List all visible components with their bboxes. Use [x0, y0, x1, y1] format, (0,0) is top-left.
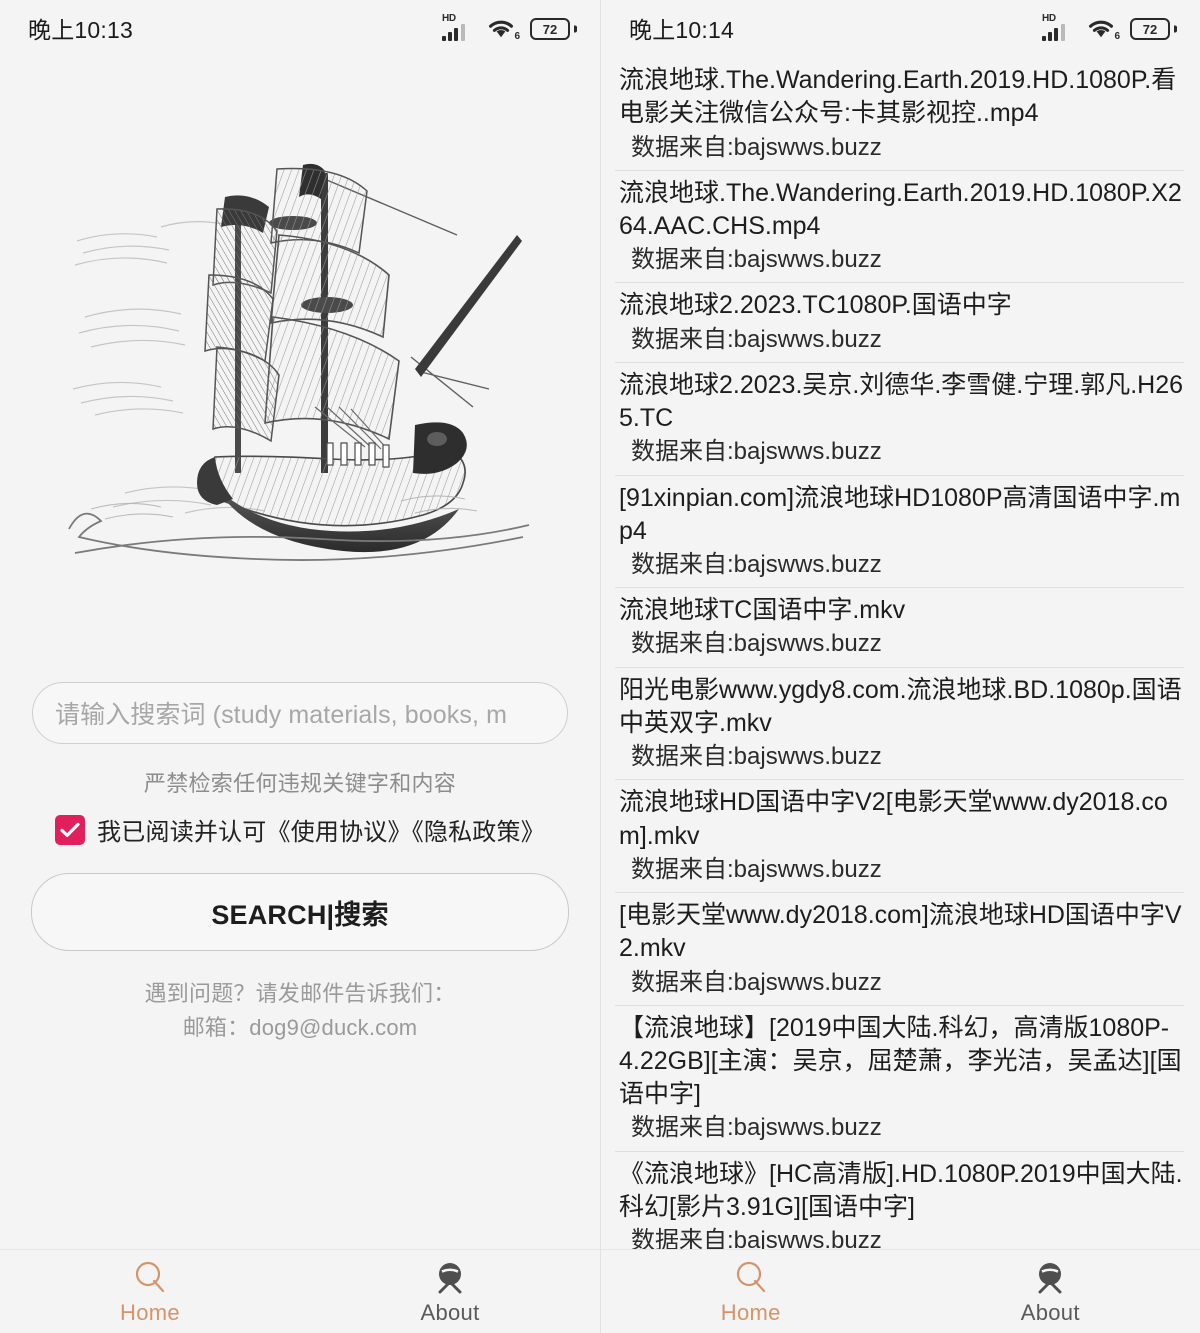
home-content: 请输入搜索词 (study materials, books, m 严禁检索任何…	[0, 56, 600, 1249]
result-row[interactable]: 流浪地球TC国语中字.mkv 数据来自:bajswws.buzz	[615, 588, 1184, 668]
tab-about[interactable]: About	[901, 1258, 1200, 1326]
battery-level: 72	[542, 21, 558, 37]
result-row[interactable]: 阳光电影www.ygdy8.com.流浪地球.BD.1080p.国语中英双字.m…	[615, 668, 1184, 781]
dual-screenshot-container: 晚上10:13 HD 6 72 请输入搜索词 (study materials,…	[0, 0, 1200, 1333]
search-button[interactable]: SEARCH|搜索	[31, 873, 569, 951]
result-title: 流浪地球2.2023.TC1080P.国语中字	[619, 291, 1012, 320]
person-icon	[1033, 1258, 1067, 1296]
result-title: [91xinpian.com]流浪地球HD1080P高清国语中字.mp4	[619, 483, 1181, 545]
result-row[interactable]: 流浪地球HD国语中字V2[电影天堂www.dy2018.com].mkv 数据来自…	[615, 780, 1184, 893]
tab-about-label: About	[1020, 1299, 1080, 1325]
status-icon-group: HD 6 72	[442, 13, 577, 42]
search-results-list[interactable]: 流浪地球.The.Wandering.Earth.2019.HD.1080P.看…	[601, 56, 1200, 1249]
tab-about-label: About	[420, 1299, 480, 1325]
bottom-tab-bar: Home About	[0, 1249, 600, 1333]
result-title: 阳光电影www.ygdy8.com.流浪地球.BD.1080p.国语中英双字.m…	[619, 675, 1182, 737]
result-row[interactable]: [电影天堂www.dy2018.com]流浪地球HD国语中字V2.mkv 数据来自…	[615, 893, 1184, 1006]
tab-home[interactable]: Home	[0, 1258, 300, 1326]
result-source: 数据来自:bajswws.buzz	[631, 551, 882, 578]
contact-prompt: 遇到问题？请发邮件告诉我们：	[144, 981, 456, 1006]
search-button-label: SEARCH|搜索	[211, 899, 389, 930]
status-time: 晚上10:13	[28, 17, 133, 43]
contact-block: 遇到问题？请发邮件告诉我们： 邮箱：dog9@duck.com	[145, 977, 456, 1045]
result-source: 数据来自:bajswws.buzz	[631, 438, 882, 466]
wifi-generation-label: 6	[1114, 31, 1120, 42]
search-icon	[734, 1258, 768, 1296]
wifi-icon: 6	[487, 15, 520, 42]
status-time: 晚上10:14	[629, 17, 734, 43]
cellular-signal-icon: HD	[442, 13, 476, 41]
result-source: 数据来自:bajswws.buzz	[631, 855, 882, 883]
status-icon-group: HD 6 72	[1042, 13, 1177, 42]
phone-screen-home: 晚上10:13 HD 6 72 请输入搜索词 (study materials,…	[0, 0, 600, 1333]
battery-icon: 72	[530, 17, 577, 41]
battery-level: 72	[1142, 21, 1158, 37]
result-row[interactable]: 流浪地球2.2023.吴京.刘德华.李雪健.宁理.郭凡.H265.TC 数据来自:…	[615, 363, 1184, 476]
result-source: 数据来自:bajswws.buzz	[631, 1227, 882, 1249]
result-title: 流浪地球.The.Wandering.Earth.2019.HD.1080P.看…	[619, 66, 1177, 128]
hd-label: HD	[1042, 13, 1056, 24]
tab-home[interactable]: Home	[601, 1258, 901, 1326]
result-source: 数据来自:bajswws.buzz	[631, 246, 882, 274]
status-bar: 晚上10:13 HD 6 72	[0, 0, 600, 56]
result-title: 流浪地球TC国语中字.mkv	[619, 596, 906, 625]
result-title: 流浪地球2.2023.吴京.刘德华.李雪健.宁理.郭凡.H265.TC	[619, 370, 1184, 433]
result-source: 数据来自:bajswws.buzz	[631, 968, 882, 996]
search-input-placeholder: 请输入搜索词 (study materials, books, m	[55, 701, 508, 729]
bottom-tab-bar: Home About	[601, 1249, 1200, 1333]
tab-about[interactable]: About	[300, 1258, 600, 1326]
status-bar: 晚上10:14 HD 6 72	[601, 0, 1200, 56]
hd-label: HD	[442, 13, 456, 24]
result-source: 数据来自:bajswws.buzz	[631, 325, 882, 353]
result-row[interactable]: 【流浪地球】[2019中国大陆.科幻，高清版1080P-4.22GB][主演：吴…	[615, 1006, 1184, 1152]
result-row[interactable]: 《流浪地球》[HC高清版].HD.1080P.2019中国大陆.科幻[影片3.9…	[615, 1152, 1184, 1249]
search-icon	[133, 1258, 167, 1296]
result-title: 流浪地球HD国语中字V2[电影天堂www.dy2018.com].mkv	[619, 788, 1168, 850]
person-icon	[433, 1258, 467, 1296]
result-source: 数据来自:bajswws.buzz	[631, 133, 882, 161]
check-icon	[60, 822, 80, 837]
contact-email[interactable]: 邮箱：dog9@duck.com	[145, 1011, 456, 1045]
result-row[interactable]: 流浪地球.The.Wandering.Earth.2019.HD.1080P.X…	[615, 171, 1184, 284]
result-row[interactable]: [91xinpian.com]流浪地球HD1080P高清国语中字.mp4 数据来自…	[615, 476, 1184, 589]
result-source: 数据来自:bajswws.buzz	[631, 743, 882, 771]
hero-illustration	[32, 56, 568, 676]
tab-home-label: Home	[720, 1299, 781, 1325]
search-input[interactable]: 请输入搜索词 (study materials, books, m	[32, 682, 568, 744]
tab-home-label: Home	[120, 1299, 180, 1325]
result-source: 数据来自:bajswws.buzz	[631, 630, 882, 658]
result-row[interactable]: 流浪地球.The.Wandering.Earth.2019.HD.1080P.看…	[615, 56, 1184, 171]
agreement-row[interactable]: 我已阅读并认可《使用协议》《隐私政策》	[55, 812, 545, 847]
wifi-icon: 6	[1087, 15, 1120, 42]
cellular-signal-icon: HD	[1042, 13, 1076, 41]
agreement-label[interactable]: 我已阅读并认可《使用协议》《隐私政策》	[97, 812, 545, 847]
result-title: 【流浪地球】[2019中国大陆.科幻，高清版1080P-4.22GB][主演：吴…	[619, 1013, 1182, 1109]
result-row[interactable]: 流浪地球2.2023.TC1080P.国语中字数据来自:bajswws.buzz	[615, 283, 1184, 363]
result-title: [电影天堂www.dy2018.com]流浪地球HD国语中字V2.mkv	[619, 901, 1182, 963]
search-warning-text: 严禁检索任何违规关键字和内容	[143, 771, 457, 796]
sailing-ship-sketch-icon	[68, 163, 530, 561]
result-title: 《流浪地球》[HC高清版].HD.1080P.2019中国大陆.科幻[影片3.9…	[619, 1159, 1183, 1221]
battery-icon: 72	[1130, 17, 1177, 41]
agreement-checkbox[interactable]	[55, 814, 86, 845]
wifi-generation-label: 6	[514, 31, 520, 42]
result-source: 数据来自:bajswws.buzz	[631, 1114, 882, 1142]
phone-screen-results: 晚上10:14 HD 6 72 流浪地球.The.Wandering.Earth…	[600, 0, 1200, 1333]
result-title: 流浪地球.The.Wandering.Earth.2019.HD.1080P.X…	[619, 178, 1182, 240]
